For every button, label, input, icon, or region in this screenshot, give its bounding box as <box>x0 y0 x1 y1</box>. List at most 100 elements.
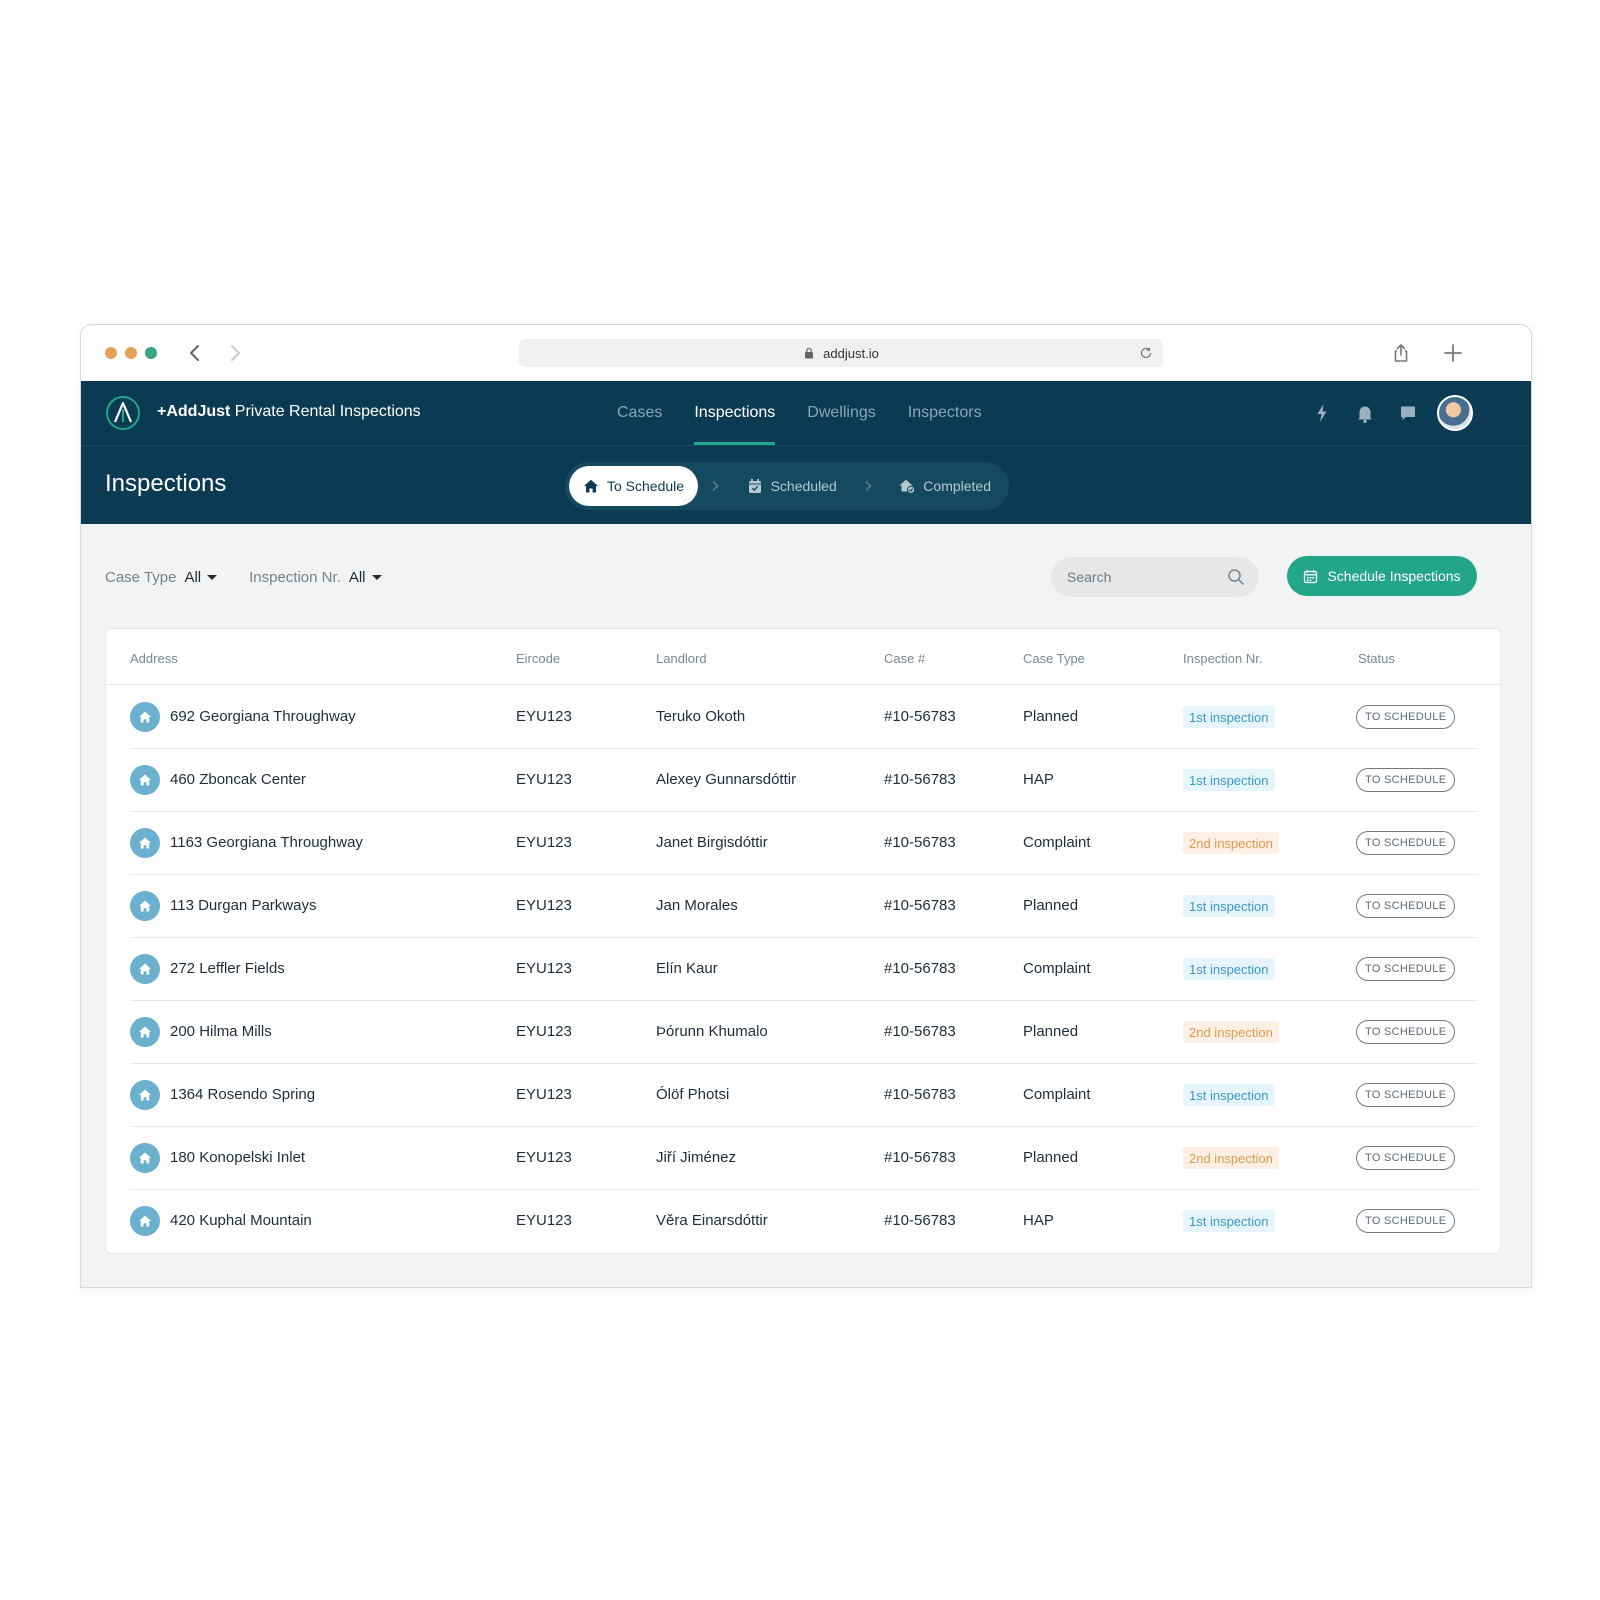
forward-arrow-icon[interactable] <box>223 339 247 367</box>
address-cell[interactable]: 460 Zboncak Center <box>170 771 306 788</box>
address-cell[interactable]: 692 Georgiana Throughway <box>170 708 356 725</box>
eircode-cell: EYU123 <box>516 1149 572 1166</box>
table-row[interactable]: 420 Kuphal Mountain EYU123 Věra Einarsdó… <box>130 1190 1478 1253</box>
caret-down-icon <box>371 574 382 580</box>
column-header-status[interactable]: Status <box>1358 651 1395 666</box>
nav-dwellings[interactable]: Dwellings <box>791 381 891 445</box>
inspection-badge: 1st inspection <box>1183 958 1275 980</box>
house-icon <box>130 828 160 858</box>
user-avatar[interactable] <box>1437 395 1473 431</box>
main-nav: Cases Inspections Dwellings Inspectors <box>601 381 998 445</box>
eircode-cell: EYU123 <box>516 897 572 914</box>
case-type-cell: HAP <box>1023 1212 1054 1229</box>
bell-icon[interactable] <box>1353 401 1377 425</box>
search-icon[interactable] <box>1227 568 1245 586</box>
browser-chrome: addjust.io <box>81 325 1531 381</box>
schedule-inspections-button[interactable]: Schedule Inspections <box>1287 556 1477 596</box>
case-type-cell: Complaint <box>1023 960 1091 977</box>
address-cell[interactable]: 272 Leffler Fields <box>170 960 285 977</box>
nav-inspectors[interactable]: Inspectors <box>892 381 998 445</box>
inspection-badge: 1st inspection <box>1183 1084 1275 1106</box>
column-header-case-type[interactable]: Case Type <box>1023 651 1085 666</box>
case-type-cell: Planned <box>1023 708 1079 725</box>
new-tab-plus-icon[interactable] <box>1441 341 1465 365</box>
case-type-cell: HAP <box>1023 771 1054 788</box>
column-header-address[interactable]: Address <box>130 651 178 666</box>
status-badge: TO SCHEDULE <box>1356 1209 1456 1233</box>
chat-icon[interactable] <box>1396 401 1420 425</box>
table-row[interactable]: 460 Zboncak Center EYU123 Alexey Gunnars… <box>130 749 1478 812</box>
filter-bar: Case Type All Inspection Nr. All <box>105 565 414 589</box>
case-type-cell: Planned <box>1023 1023 1079 1040</box>
window-zoom-button[interactable] <box>145 347 157 359</box>
address-cell[interactable]: 180 Konopelski Inlet <box>170 1149 305 1166</box>
caret-down-icon <box>207 574 218 580</box>
back-arrow-icon[interactable] <box>183 339 207 367</box>
status-badge: TO SCHEDULE <box>1356 831 1456 855</box>
column-header-inspection-nr[interactable]: Inspection Nr. <box>1183 651 1263 666</box>
table-row[interactable]: 1364 Rosendo Spring EYU123 Ólöf Photsi #… <box>130 1064 1478 1127</box>
house-icon <box>130 765 160 795</box>
brand-bold: +AddJust <box>157 403 231 420</box>
reload-icon[interactable] <box>1139 346 1153 360</box>
table-row[interactable]: 200 Hilma Mills EYU123 Þórunn Khumalo #1… <box>130 1001 1478 1064</box>
nav-cases[interactable]: Cases <box>601 381 678 445</box>
case-number-cell: #10-56783 <box>884 897 956 914</box>
inspection-badge: 2nd inspection <box>1183 832 1279 854</box>
column-header-eircode[interactable]: Eircode <box>516 651 560 666</box>
eircode-cell: EYU123 <box>516 1086 572 1103</box>
landlord-cell: Jiří Jiménez <box>656 1149 737 1166</box>
inspection-badge: 2nd inspection <box>1183 1021 1279 1043</box>
nav-inspections[interactable]: Inspections <box>678 381 791 445</box>
status-badge: TO SCHEDULE <box>1356 705 1456 729</box>
inspection-badge: 1st inspection <box>1183 895 1275 917</box>
share-icon[interactable] <box>1389 341 1413 365</box>
table-row[interactable]: 272 Leffler Fields EYU123 Elín Kaur #10-… <box>130 938 1478 1001</box>
step-scheduled[interactable]: Scheduled <box>733 466 851 506</box>
table-row[interactable]: 180 Konopelski Inlet EYU123 Jiří Jiménez… <box>130 1127 1478 1190</box>
case-number-cell: #10-56783 <box>884 1086 956 1103</box>
column-header-landlord[interactable]: Landlord <box>656 651 707 666</box>
eircode-cell: EYU123 <box>516 834 572 851</box>
address-cell[interactable]: 1364 Rosendo Spring <box>170 1086 315 1103</box>
lightning-icon[interactable] <box>1310 401 1334 425</box>
address-cell[interactable]: 1163 Georgiana Throughway <box>170 834 363 851</box>
column-header-case-number[interactable]: Case # <box>884 651 925 666</box>
chevron-right-icon <box>861 466 876 506</box>
step-label: Completed <box>923 478 991 494</box>
status-badge: TO SCHEDULE <box>1356 768 1456 792</box>
window-close-button[interactable] <box>105 347 117 359</box>
case-type-filter[interactable]: Case Type All <box>105 569 218 586</box>
landlord-cell: Elín Kaur <box>656 960 718 977</box>
filter-label: Inspection Nr. <box>249 568 341 586</box>
window-minimize-button[interactable] <box>125 347 137 359</box>
address-cell[interactable]: 420 Kuphal Mountain <box>170 1212 312 1229</box>
address-cell[interactable]: 113 Durgan Parkways <box>170 897 316 914</box>
house-icon <box>130 954 160 984</box>
inspection-nr-filter[interactable]: Inspection Nr. All <box>249 568 382 586</box>
status-badge: TO SCHEDULE <box>1356 1020 1456 1044</box>
page-title: Inspections <box>105 470 227 497</box>
address-bar[interactable]: addjust.io <box>519 339 1163 367</box>
inspection-badge: 1st inspection <box>1183 706 1275 728</box>
step-label: To Schedule <box>607 478 685 494</box>
step-completed[interactable]: Completed <box>885 466 1005 506</box>
eircode-cell: EYU123 <box>516 1212 572 1229</box>
status-badge: TO SCHEDULE <box>1356 1083 1456 1107</box>
step-label: Scheduled <box>770 478 837 494</box>
case-number-cell: #10-56783 <box>884 1212 956 1229</box>
table-header: Address Eircode Landlord Case # Case Typ… <box>106 629 1500 685</box>
table-row[interactable]: 692 Georgiana Throughway EYU123 Teruko O… <box>130 686 1478 749</box>
brand-subtitle: Private Rental Inspections <box>230 403 421 420</box>
chevron-right-icon <box>708 466 723 506</box>
search-input[interactable] <box>1067 569 1217 585</box>
case-type-cell: Planned <box>1023 1149 1079 1166</box>
house-icon <box>130 1017 160 1047</box>
status-badge: TO SCHEDULE <box>1356 957 1456 981</box>
table-row[interactable]: 113 Durgan Parkways EYU123 Jan Morales #… <box>130 875 1478 938</box>
house-icon <box>130 702 160 732</box>
address-cell[interactable]: 200 Hilma Mills <box>170 1023 272 1040</box>
table-row[interactable]: 1163 Georgiana Throughway EYU123 Janet B… <box>130 812 1478 875</box>
addjust-logo-icon[interactable] <box>105 395 141 431</box>
step-to-schedule[interactable]: To Schedule <box>569 466 699 506</box>
